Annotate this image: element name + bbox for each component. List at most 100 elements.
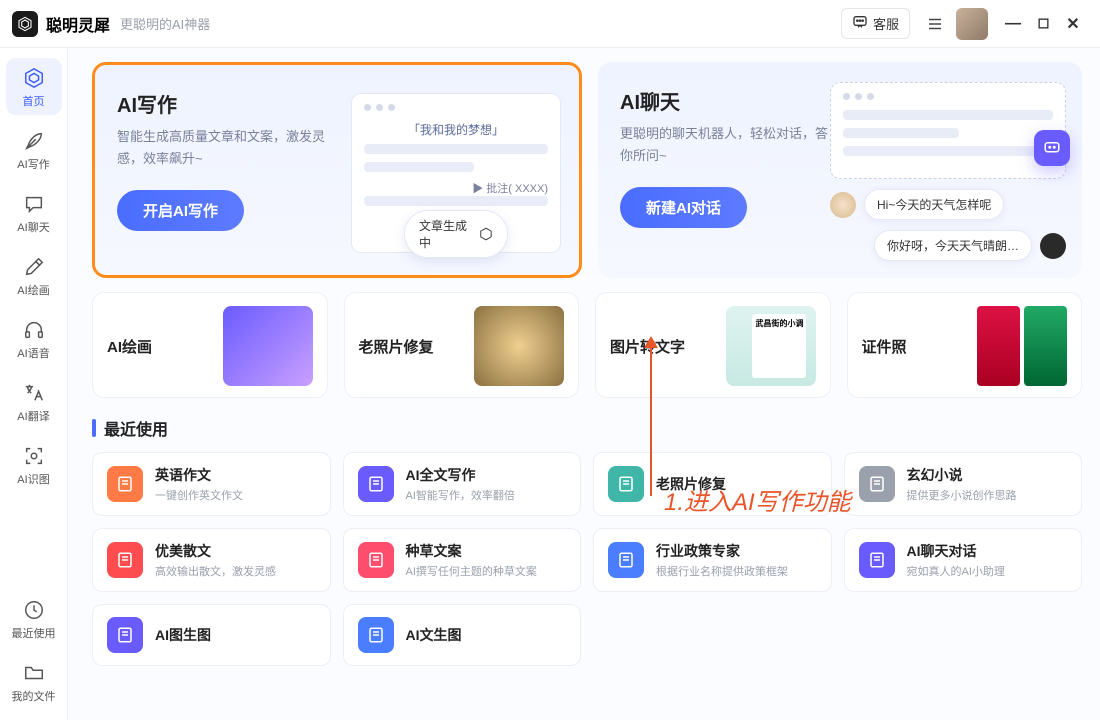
- window-minimize[interactable]: —: [998, 9, 1028, 39]
- recent-item-sub: 一键创作英文作文: [155, 487, 243, 503]
- folder-icon: [22, 661, 46, 685]
- sidebar-item-label: AI识图: [17, 471, 49, 487]
- recent-item-icon: [107, 617, 143, 653]
- recent-item[interactable]: 行业政策专家根据行业名称提供政策框架: [593, 528, 832, 592]
- start-ai-write-button[interactable]: 开启AI写作: [117, 190, 244, 231]
- sidebar-item-recent[interactable]: 最近使用: [6, 590, 62, 647]
- recent-item-icon: [608, 542, 644, 578]
- recent-item-sub: 宛如真人的AI小助理: [907, 563, 1005, 579]
- recent-item-icon: [608, 466, 644, 502]
- feature-id-photo[interactable]: 证件照: [847, 292, 1083, 398]
- recent-item-title: AI聊天对话: [907, 541, 1005, 561]
- recent-item-title: 种草文案: [406, 541, 537, 561]
- restore-thumb: [474, 306, 564, 386]
- hero-write-desc: 智能生成高质量文章和文案，激发灵感，效率飙升~: [117, 126, 327, 170]
- ocr-thumb: 武昌街的小调: [726, 306, 816, 386]
- sidebar-item-label: AI语音: [17, 345, 49, 361]
- recent-item[interactable]: AI全文写作 AI智能写作，效率翻倍: [343, 452, 582, 516]
- recent-item[interactable]: 优美散文高效输出散文，激发灵感: [92, 528, 331, 592]
- recent-item-icon: [358, 542, 394, 578]
- recent-item-icon: [859, 542, 895, 578]
- feature-photo-restore[interactable]: 老照片修复: [344, 292, 580, 398]
- chat-bubble-icon: [852, 14, 868, 33]
- new-ai-chat-button[interactable]: 新建AI对话: [620, 187, 747, 228]
- recent-item-sub: 高效输出散文，激发灵感: [155, 563, 276, 579]
- recent-item-title: 行业政策专家: [656, 541, 788, 561]
- generating-pill: 文章生成中: [404, 210, 508, 258]
- recent-item-title: 英语作文: [155, 465, 243, 485]
- headphone-icon: [22, 318, 46, 342]
- sidebar-item-label: AI写作: [17, 156, 49, 172]
- chat-mock: Hi~今天的天气怎样呢 你好呀，今天天气晴朗…: [830, 82, 1066, 261]
- annotation-text: 1.进入AI写作功能: [664, 482, 851, 517]
- sidebar: 首页 AI写作 AI聊天 AI绘画 AI语音 AI翻译 AI识图 最近使用 我的…: [0, 48, 68, 720]
- sidebar-item-paint[interactable]: AI绘画: [6, 247, 62, 304]
- scan-icon: [22, 444, 46, 468]
- sidebar-item-voice[interactable]: AI语音: [6, 310, 62, 367]
- mock-caption: 「我和我的梦想」: [364, 121, 548, 138]
- sidebar-item-home[interactable]: 首页: [6, 58, 62, 115]
- recent-item-sub: 提供更多小说创作思路: [907, 487, 1017, 503]
- app-tagline: 更聪明的AI神器: [120, 14, 210, 33]
- bot-avatar-icon: [830, 192, 856, 218]
- main-content: AI写作 智能生成高质量文章和文案，激发灵感，效率飙升~ 开启AI写作 AI 「…: [68, 48, 1100, 720]
- recent-item[interactable]: AI聊天对话宛如真人的AI小助理: [844, 528, 1083, 592]
- recent-item-icon: [358, 617, 394, 653]
- brush-icon: [22, 255, 46, 279]
- sidebar-item-label: 我的文件: [12, 688, 56, 704]
- feature-title: 老照片修复: [359, 336, 434, 357]
- chat-bubble-in: Hi~今天的天气怎样呢: [830, 189, 1066, 220]
- recent-item[interactable]: AI图生图: [92, 604, 331, 666]
- clock-icon: [22, 598, 46, 622]
- translate-icon: [22, 381, 46, 405]
- recent-item-title: 优美散文: [155, 541, 276, 561]
- recent-item[interactable]: 英语作文一键创作英文作文: [92, 452, 331, 516]
- recent-section-title: 最近使用: [92, 416, 1082, 440]
- app-name: 聪明灵犀: [46, 12, 110, 36]
- feature-ocr[interactable]: 图片转文字 武昌街的小调: [595, 292, 831, 398]
- window-close[interactable]: ✕: [1058, 9, 1088, 39]
- user-avatar-icon: [1040, 233, 1066, 259]
- recent-item-title: AI图生图: [155, 625, 211, 645]
- feature-ai-paint[interactable]: AI绘画: [92, 292, 328, 398]
- sidebar-item-ocr[interactable]: AI识图: [6, 436, 62, 493]
- sidebar-item-write[interactable]: AI写作: [6, 121, 62, 178]
- app-logo: [12, 11, 38, 37]
- hero-chat-desc: 更聪明的聊天机器人，轻松对话，答你所问~: [620, 123, 830, 167]
- recent-item-icon: [107, 542, 143, 578]
- support-button[interactable]: 客服: [841, 8, 910, 39]
- sidebar-item-label: 最近使用: [12, 625, 56, 641]
- feature-title: 证件照: [862, 336, 907, 357]
- feature-row: AI绘画 老照片修复 图片转文字 武昌街的小调 证件照: [92, 292, 1082, 398]
- support-label: 客服: [873, 14, 899, 33]
- chat-icon: [22, 192, 46, 216]
- feather-icon: [22, 129, 46, 153]
- write-mock-window: 「我和我的梦想」 ▶ 批注( XXXX) 文章生成中: [351, 93, 561, 253]
- sidebar-item-translate[interactable]: AI翻译: [6, 373, 62, 430]
- recent-item-sub: AI智能写作，效率翻倍: [406, 487, 515, 503]
- mock-note: ▶ 批注( XXXX): [364, 180, 548, 196]
- sidebar-item-chat[interactable]: AI聊天: [6, 184, 62, 241]
- recent-item[interactable]: 玄幻小说提供更多小说创作思路: [844, 452, 1083, 516]
- sidebar-item-files[interactable]: 我的文件: [6, 653, 62, 710]
- title-bar: 聪明灵犀 更聪明的AI神器 客服 — ✕: [0, 0, 1100, 48]
- window-maximize[interactable]: [1028, 9, 1058, 39]
- idphoto-thumb: [977, 306, 1067, 386]
- recent-item-sub: 根据行业名称提供政策框架: [656, 563, 788, 579]
- hexagon-icon: [22, 66, 46, 90]
- sidebar-item-label: AI绘画: [17, 282, 49, 298]
- chat-bubble-out: 你好呀，今天天气晴朗…: [830, 230, 1066, 261]
- recent-item-title: AI全文写作: [406, 465, 515, 485]
- recent-item[interactable]: AI文生图: [343, 604, 582, 666]
- sidebar-item-label: AI翻译: [17, 408, 49, 424]
- menu-button[interactable]: [920, 9, 950, 39]
- hero-card-chat[interactable]: AI聊天 更聪明的聊天机器人，轻松对话，答你所问~ 新建AI对话 Hi~今天的天…: [598, 62, 1082, 278]
- paint-thumb: [223, 306, 313, 386]
- recent-item[interactable]: 种草文案 AI撰写任何主题的种草文案: [343, 528, 582, 592]
- user-avatar[interactable]: [956, 8, 988, 40]
- recent-item-sub: AI撰写任何主题的种草文案: [406, 563, 537, 579]
- feature-title: AI绘画: [107, 336, 152, 357]
- recent-item-title: 玄幻小说: [907, 465, 1017, 485]
- hero-card-write[interactable]: AI写作 智能生成高质量文章和文案，激发灵感，效率飙升~ 开启AI写作 AI 「…: [92, 62, 582, 278]
- sidebar-item-label: 首页: [23, 93, 45, 109]
